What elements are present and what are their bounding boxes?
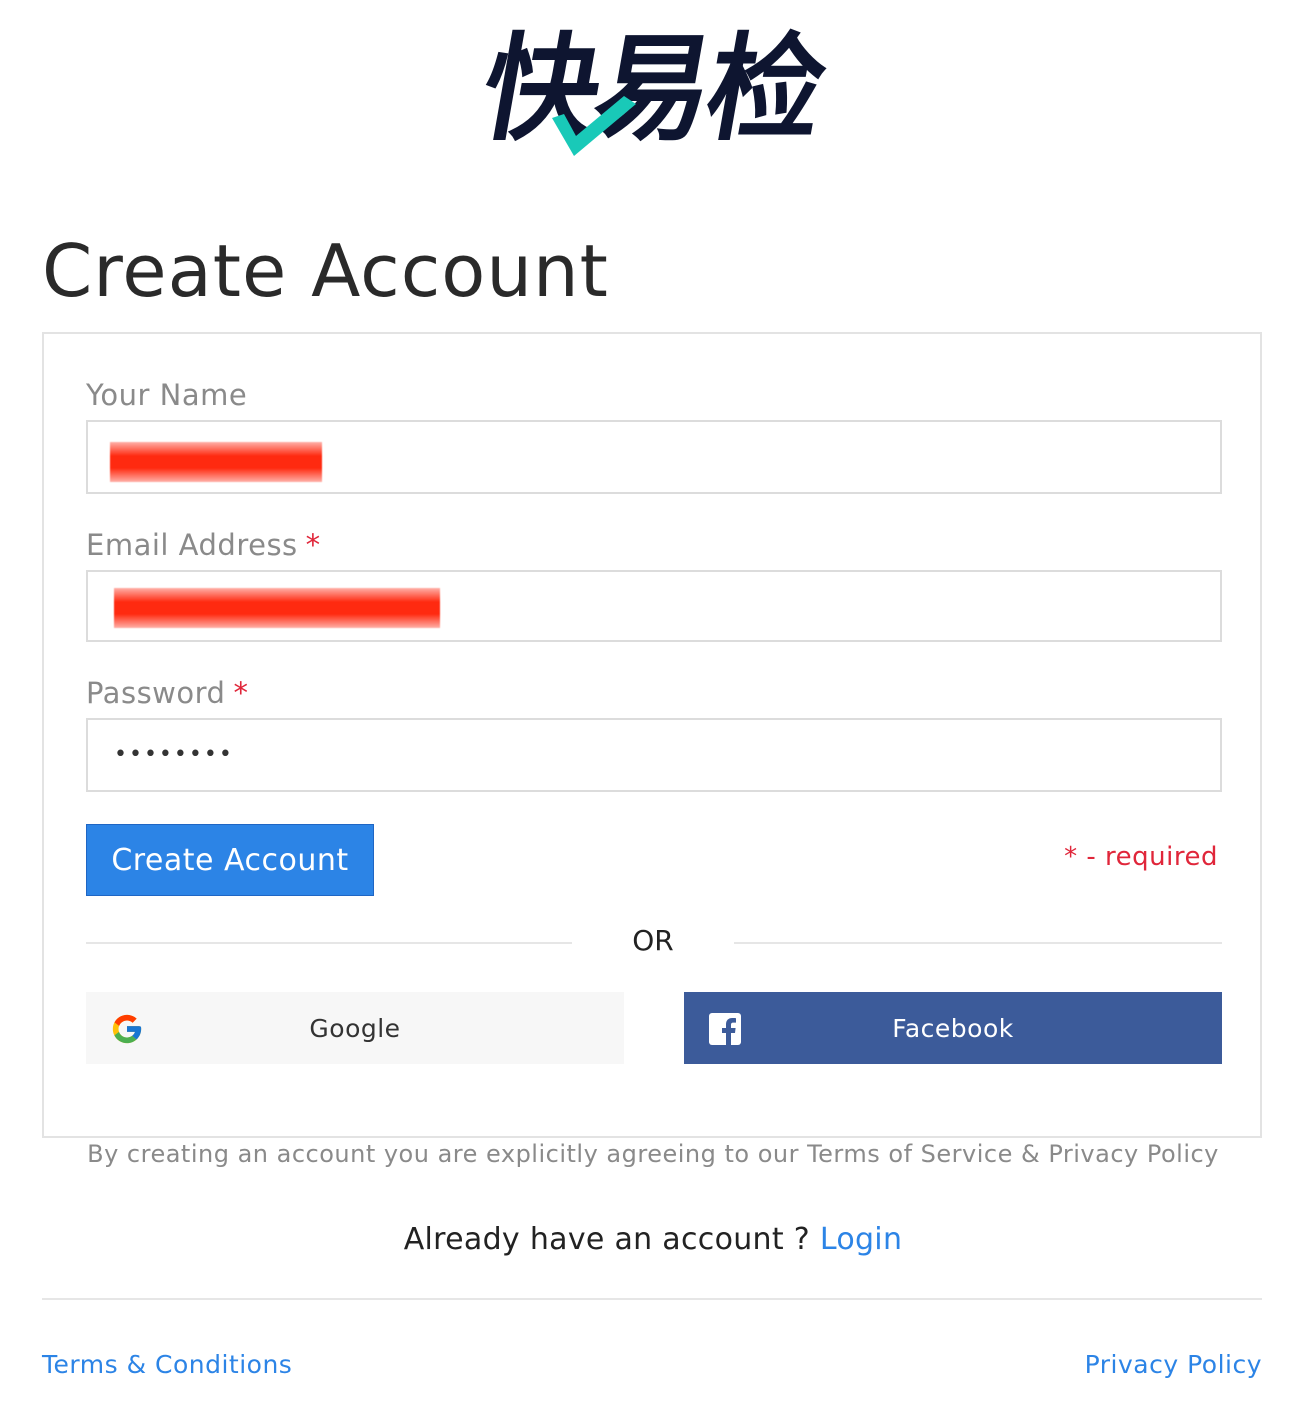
required-note: * - required	[1064, 842, 1218, 872]
brand-logo: 快易检	[466, 22, 838, 166]
privacy-link[interactable]: Privacy Policy	[1085, 1350, 1262, 1379]
google-g-icon	[112, 1014, 142, 1044]
footer-divider	[42, 1298, 1262, 1300]
name-label-text: Your Name	[86, 378, 248, 412]
facebook-f-icon	[709, 1013, 741, 1046]
divider-right	[734, 942, 1222, 944]
signup-page: 快易检 Create Account Your Name Email Addre…	[0, 0, 1306, 1414]
email-label-text: Email Address	[86, 528, 298, 562]
google-signin-button[interactable]: Google	[86, 992, 624, 1064]
password-input[interactable]: ••••••••	[86, 718, 1222, 792]
create-account-button[interactable]: Create Account	[86, 824, 374, 896]
terms-link[interactable]: Terms & Conditions	[42, 1350, 292, 1379]
name-input[interactable]	[86, 420, 1222, 494]
password-label-text: Password	[86, 676, 226, 710]
redacted-name	[110, 442, 322, 482]
google-label: Google	[309, 1013, 401, 1043]
divider-left	[86, 942, 572, 944]
password-value: ••••••••	[114, 742, 234, 767]
logo-checkmark-icon	[552, 96, 636, 156]
name-label: Your Name	[86, 378, 247, 412]
agreement-text: By creating an account you are explicitl…	[87, 1140, 1219, 1168]
login-prompt-text: Already have an account ?	[403, 1222, 810, 1257]
page-title: Create Account	[42, 229, 609, 313]
password-label: Password *	[86, 676, 248, 710]
email-input[interactable]	[86, 570, 1222, 642]
password-required-mark: *	[233, 676, 249, 710]
email-label: Email Address *	[86, 528, 321, 562]
facebook-label: Facebook	[892, 1013, 1014, 1043]
or-divider-text: OR	[632, 924, 674, 957]
email-required-mark: *	[305, 528, 321, 562]
facebook-signin-button[interactable]: Facebook	[684, 992, 1222, 1064]
login-link[interactable]: Login	[820, 1222, 902, 1257]
redacted-email	[114, 588, 440, 628]
login-prompt: Already have an account ? Login	[0, 1222, 1306, 1257]
signup-form-card: Your Name Email Address * Password * •••••…	[42, 332, 1262, 1138]
